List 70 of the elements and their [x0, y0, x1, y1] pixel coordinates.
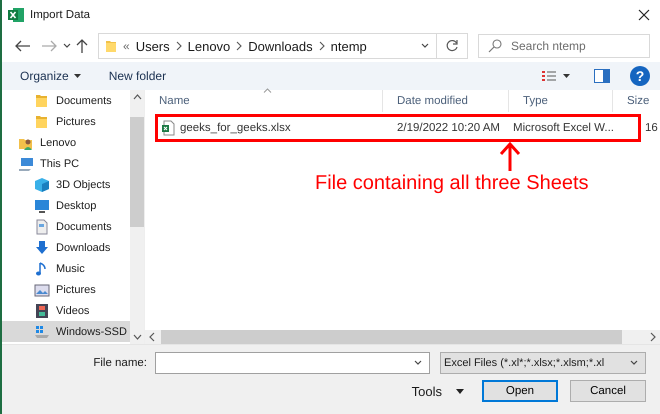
caret-icon	[74, 74, 81, 78]
folder-icon	[105, 39, 117, 53]
spreadsheet-file-icon	[161, 120, 175, 136]
refresh-icon	[445, 39, 459, 53]
column-header[interactable]: Type	[509, 90, 613, 112]
sidebar-item[interactable]: Windows-SSD	[2, 321, 130, 342]
search-field[interactable]: Search ntemp	[478, 34, 650, 58]
chevron-right-icon	[318, 41, 325, 51]
window-title: Import Data	[30, 9, 92, 21]
caret-icon	[456, 388, 464, 394]
overflow-chevron[interactable]: «	[123, 39, 130, 53]
scrollbar-thumb[interactable]	[130, 117, 144, 227]
refresh-button[interactable]	[437, 33, 468, 59]
open-button[interactable]: Open	[482, 380, 558, 402]
sidebar-item[interactable]: Documents	[2, 216, 130, 237]
close-icon[interactable]	[638, 9, 650, 21]
document-icon	[34, 218, 50, 234]
search-icon	[488, 39, 502, 53]
annotation-text: File containing all three Sheets	[315, 172, 588, 195]
file-name-cell[interactable]: geeks_for_geeks.xlsx	[145, 117, 383, 139]
folder-icon	[34, 92, 50, 108]
sidebar-item[interactable]: 3D Objects	[2, 174, 130, 195]
sidebar-item[interactable]: Desktop	[2, 195, 130, 216]
column-header[interactable]: Name	[145, 90, 383, 112]
chevron-right-icon	[176, 41, 182, 51]
file-name-field[interactable]	[155, 352, 430, 374]
table-cell-text: 2/19/2022 10:20 AM	[396, 121, 501, 136]
column-header[interactable]: Date modified	[383, 90, 509, 112]
organize-button[interactable]: Organize	[16, 66, 85, 86]
sidebar-item[interactable]: Music	[2, 258, 130, 279]
annotation-arrow	[499, 142, 521, 172]
folder-icon	[34, 114, 50, 130]
table-cell-text: 16	[644, 121, 659, 136]
sidebar-item[interactable]: Downloads	[2, 237, 130, 258]
breadcrumb[interactable]: Lenovo	[188, 38, 230, 54]
preview-pane-icon[interactable]	[594, 69, 610, 83]
field-label: File name:	[93, 357, 147, 369]
sidebar-item[interactable]: Pictures	[2, 111, 130, 132]
drive-icon	[34, 324, 50, 340]
breadcrumb[interactable]: ntemp	[330, 38, 367, 54]
column-header[interactable]: Size	[613, 90, 660, 112]
file-type-dropdown[interactable]: Excel Files (*.xl*;*.xlsx;*.xlsm;*.xl	[440, 352, 646, 374]
new-folder-button[interactable]: New folder	[104, 66, 170, 86]
up-icon[interactable]	[74, 38, 90, 54]
sidebar-item[interactable]: Videos	[2, 300, 130, 321]
computer-icon	[18, 156, 34, 172]
cancel-button[interactable]: Cancel	[570, 380, 646, 402]
chevron-right-icon	[236, 41, 242, 51]
sidebar-item[interactable]: Pictures	[2, 279, 130, 300]
scrollbar-thumb[interactable]	[161, 330, 622, 344]
scroll-down-icon[interactable]	[132, 334, 142, 340]
monitor-icon	[34, 198, 50, 214]
sidebar-item[interactable]: This PC	[2, 153, 130, 174]
sidebar-item[interactable]: Lenovo	[2, 132, 130, 153]
scroll-up-icon[interactable]	[132, 94, 142, 100]
address-bar[interactable]: « Users Lenovo Downloads ntemp	[98, 33, 438, 59]
view-list-icon[interactable]	[541, 69, 557, 83]
download-arrow-icon	[34, 240, 50, 256]
cube-icon	[34, 176, 50, 192]
table-cell-text: Microsoft Excel W...	[512, 121, 613, 136]
caret-icon[interactable]	[563, 74, 570, 78]
help-button[interactable]: ?	[630, 66, 650, 86]
sidebar-item[interactable]: Documents	[2, 90, 130, 111]
sort-caret-icon	[263, 88, 272, 93]
excel-icon	[8, 7, 24, 23]
breadcrumb[interactable]: Downloads	[248, 38, 313, 54]
breadcrumb[interactable]: Users	[136, 38, 170, 54]
tools-menu[interactable]: Tools	[412, 384, 464, 398]
image-icon	[34, 282, 50, 298]
film-icon	[34, 302, 50, 318]
